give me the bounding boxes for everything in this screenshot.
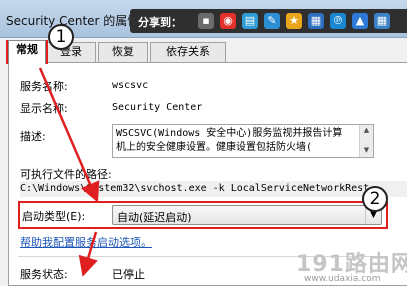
watermark: 191路由网 www.udaxia.com: [296, 246, 407, 286]
step-badge-2: 2: [362, 186, 388, 212]
exec-path-value: C:\Windows\System32\svchost.exe -k Local…: [20, 183, 370, 194]
service-name-label: 服务名称:: [20, 80, 68, 93]
grid2-icon[interactable]: ▦: [374, 13, 390, 29]
service-status-label: 服务状态:: [20, 268, 68, 281]
evernote-icon[interactable]: ▪: [198, 13, 214, 29]
step-badge-1: 1: [48, 24, 74, 50]
description-box[interactable]: WSCSVC(Windows 安全中心)服务监视并报告计算机上的安全健康设置。健…: [112, 124, 374, 158]
display-name-label: 显示名称:: [20, 102, 68, 115]
scroll-down-icon[interactable]: ▼: [360, 145, 373, 156]
service-status-value: 已停止: [112, 268, 145, 281]
pinterest-icon[interactable]: ℗: [330, 13, 346, 29]
display-name-value: Security Center: [112, 102, 203, 113]
scroll-up-icon[interactable]: ▲: [360, 125, 373, 136]
exec-path-label: 可执行文件的路径:: [20, 168, 112, 181]
weibo-icon[interactable]: ◉: [220, 13, 236, 29]
watermark-url: www.udaxia.com: [304, 274, 381, 284]
tab-dependencies[interactable]: 依存关系: [150, 42, 226, 62]
grid-icon[interactable]: ▦: [308, 13, 324, 29]
arrow-icon[interactable]: ▲: [352, 13, 368, 29]
tab-general[interactable]: 常规: [8, 40, 46, 64]
tab-recovery[interactable]: 恢复: [98, 42, 148, 62]
description-label: 描述:: [20, 130, 46, 143]
notes-icon[interactable]: ▤: [242, 13, 258, 29]
description-scrollbar[interactable]: ▲ ▼: [359, 125, 373, 157]
exec-path-box: C:\Windows\System32\svchost.exe -k Local…: [20, 181, 407, 197]
service-name-value: wscsvc: [112, 80, 149, 91]
share-label: 分享到：: [138, 16, 182, 29]
star-icon[interactable]: ★: [286, 13, 302, 29]
share-toolbar: 分享到： ▪ ◉ ▤ ✎ ★ ▦ ℗ ▲ ▦: [130, 9, 407, 33]
help-startup-link[interactable]: 帮助我配置服务启动选项。: [20, 234, 152, 250]
highlight-startup-type: [18, 201, 388, 229]
description-text: WSCSVC(Windows 安全中心)服务监视并报告计算机上的安全健康设置。健…: [116, 128, 343, 153]
pencil-icon[interactable]: ✎: [264, 13, 280, 29]
